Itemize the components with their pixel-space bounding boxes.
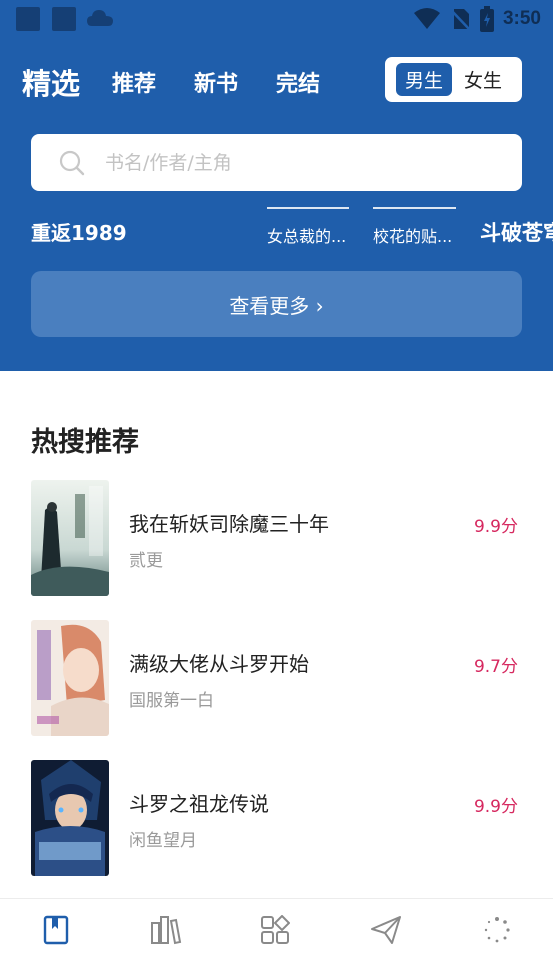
female-toggle[interactable]: 女生	[455, 63, 511, 96]
battery-icon	[479, 6, 494, 32]
tab-new-books[interactable]: 新书	[194, 66, 238, 98]
header: 3:50 精选 推荐 新书 完结 男生 女生 重返1989 女总裁的... 校花…	[0, 0, 553, 371]
channel-tabs: 精选 推荐 新书 完结	[22, 60, 358, 104]
book-icon[interactable]	[39, 913, 73, 947]
book-author: 贰更	[129, 551, 163, 571]
book-author: 闲鱼望月	[129, 831, 197, 851]
wifi-icon	[413, 8, 440, 29]
book-cover	[31, 480, 109, 596]
bookshelf-icon[interactable]	[149, 913, 183, 947]
book-author: 国服第一白	[129, 691, 214, 711]
hot-word[interactable]: 斗破苍穹	[480, 217, 553, 247]
hot-word[interactable]: 重返1989	[31, 217, 127, 246]
book-cover	[31, 760, 109, 876]
search-icon	[59, 150, 85, 176]
book-title: 满级大佬从斗罗开始	[129, 652, 309, 676]
male-toggle[interactable]: 男生	[396, 63, 452, 96]
tab-recommend[interactable]: 推荐	[112, 66, 156, 98]
notification-icon	[16, 7, 40, 31]
book-cover	[31, 620, 109, 736]
book-score: 9.9分	[473, 517, 518, 537]
status-bar: 3:50	[0, 0, 553, 40]
hot-words: 重返1989 女总裁的... 校花的贴... 斗破苍穹	[0, 205, 553, 255]
no-sim-icon	[450, 9, 471, 31]
tab-featured[interactable]: 精选	[22, 61, 80, 103]
book-title: 我在斩妖司除魔三十年	[129, 512, 329, 536]
book-score: 9.9分	[473, 797, 518, 817]
section-title: 热搜推荐	[31, 427, 139, 458]
book-item[interactable]: 我在斩妖司除魔三十年 贰更 9.9分	[0, 480, 553, 596]
send-icon[interactable]	[369, 913, 403, 947]
book-item[interactable]: 满级大佬从斗罗开始 国服第一白 9.7分	[0, 620, 553, 736]
notification-icon	[52, 7, 76, 31]
cloud-icon	[87, 10, 113, 26]
gender-switch: 男生 女生	[385, 57, 522, 102]
status-time: 3:50	[502, 8, 541, 29]
view-more-button[interactable]: 查看更多 ›	[31, 271, 522, 337]
book-item[interactable]: 斗罗之祖龙传说 闲鱼望月 9.9分	[0, 760, 553, 876]
loading-icon[interactable]	[480, 913, 514, 947]
tab-completed[interactable]: 完结	[276, 66, 320, 98]
hot-word[interactable]: 女总裁的...	[267, 207, 349, 247]
search-bar[interactable]	[31, 134, 522, 191]
search-input[interactable]	[105, 134, 505, 191]
book-score: 9.7分	[473, 657, 518, 677]
book-title: 斗罗之祖龙传说	[129, 792, 269, 816]
bottom-nav	[0, 898, 553, 953]
hot-word[interactable]: 校花的贴...	[373, 207, 456, 247]
category-icon[interactable]	[258, 913, 292, 947]
